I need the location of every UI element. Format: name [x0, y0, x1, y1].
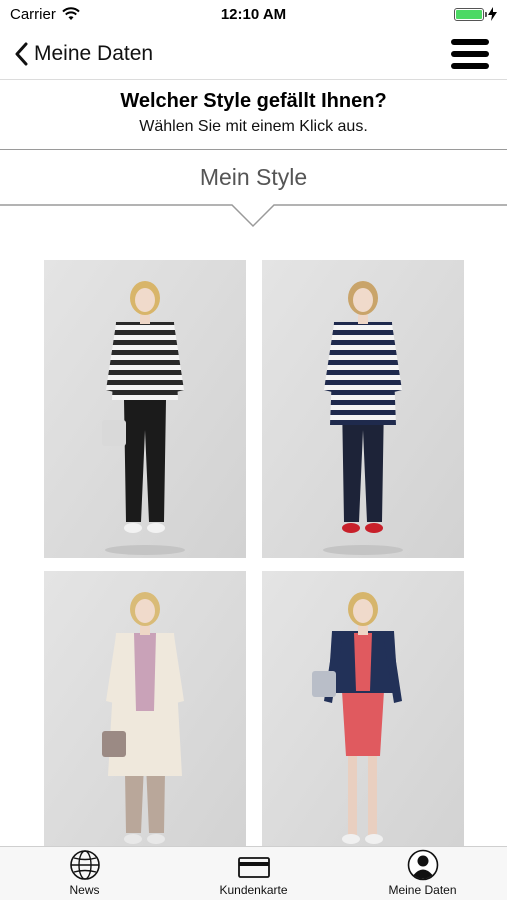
- battery-fill: [456, 9, 482, 19]
- style-option-4[interactable]: [262, 571, 464, 869]
- style-option-3[interactable]: [44, 571, 246, 869]
- face: [135, 288, 155, 312]
- style-option-1[interactable]: [44, 260, 246, 558]
- dress: [342, 691, 384, 756]
- left-leg: [348, 756, 357, 836]
- charging-icon: [488, 7, 497, 21]
- question-title: Welcher Style gefällt Ihnen?: [120, 90, 387, 112]
- chevron-left-icon: [15, 42, 28, 65]
- face: [353, 288, 373, 312]
- globe-icon: [69, 850, 100, 880]
- floor-shadow: [105, 545, 185, 555]
- tab-news-label: News: [69, 883, 100, 897]
- status-right: [454, 7, 497, 21]
- status-bar: Carrier 12:10 AM: [0, 0, 507, 28]
- right-shoe: [147, 523, 165, 533]
- hamburger-menu-icon[interactable]: [451, 38, 489, 69]
- left-shoe: [342, 523, 360, 533]
- left-shoe: [124, 834, 142, 844]
- question-header: Welcher Style gefällt Ihnen? Wählen Sie …: [0, 80, 507, 150]
- section-divider-pointer: [0, 204, 507, 228]
- right-shoe: [365, 834, 383, 844]
- tab-kundenkarte[interactable]: Kundenkarte: [169, 847, 338, 900]
- left-shoe: [342, 834, 360, 844]
- tab-news[interactable]: News: [0, 847, 169, 900]
- style-photo: [44, 571, 246, 869]
- style-photo: [262, 571, 464, 869]
- right-shoe: [365, 523, 383, 533]
- nav-bar: Meine Daten: [0, 28, 507, 80]
- printed-shirt: [134, 633, 156, 711]
- menu-bar-bottom: [451, 62, 489, 69]
- right-leg: [368, 756, 377, 836]
- status-left: Carrier: [10, 6, 80, 23]
- person-icon: [407, 849, 438, 881]
- tab-bar: News Kundenkarte Meine Daten: [0, 846, 507, 900]
- tab-kundenkarte-label: Kundenkarte: [219, 883, 288, 897]
- style-photo: [262, 260, 464, 558]
- question-subtitle: Wählen Sie mit einem Klick aus.: [139, 118, 368, 135]
- handbag: [102, 420, 126, 446]
- section-header: Mein Style: [0, 151, 507, 205]
- striped-dress-top: [354, 633, 372, 691]
- tab-meine-daten-label: Meine Daten: [388, 883, 457, 897]
- wifi-icon: [62, 7, 80, 20]
- style-photo: [44, 260, 246, 558]
- carrier-label: Carrier: [10, 5, 56, 23]
- handbag: [312, 671, 336, 697]
- floor-shadow: [323, 545, 403, 555]
- face: [353, 599, 373, 623]
- tab-meine-daten[interactable]: Meine Daten: [338, 847, 507, 900]
- handbag: [102, 731, 126, 757]
- style-option-2[interactable]: [262, 260, 464, 558]
- back-label: Meine Daten: [34, 41, 154, 65]
- card-icon: [237, 857, 270, 878]
- back-button[interactable]: Meine Daten: [14, 42, 153, 66]
- menu-bar-top: [451, 38, 489, 45]
- battery-icon: [454, 7, 487, 21]
- left-shoe: [124, 523, 142, 533]
- section-title: Mein Style: [199, 164, 308, 190]
- right-shoe: [147, 834, 165, 844]
- menu-bar-middle: [451, 50, 489, 57]
- face: [135, 599, 155, 623]
